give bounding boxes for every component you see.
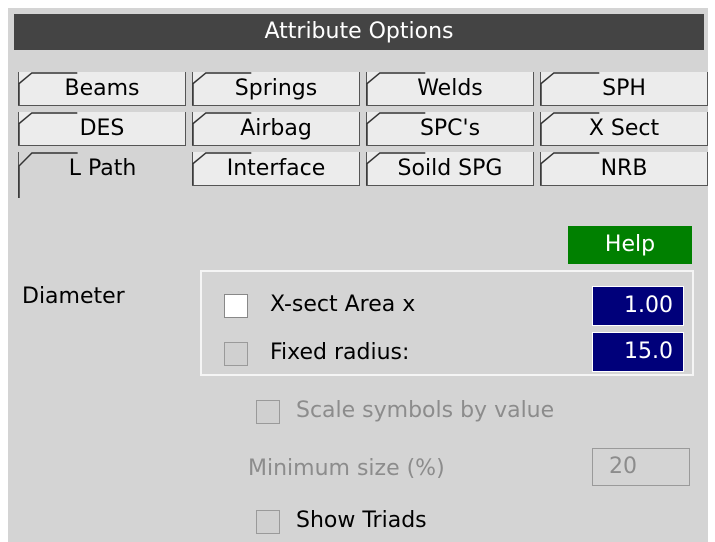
fixed-radius-checkbox[interactable] bbox=[224, 342, 248, 366]
tab-des[interactable]: DES bbox=[18, 112, 186, 146]
min-size-input[interactable]: 20 bbox=[592, 448, 690, 486]
xsect-area-value[interactable]: 1.00 bbox=[592, 286, 684, 326]
tab-label: Springs bbox=[234, 76, 318, 101]
min-size-label: Minimum size (%) bbox=[248, 456, 445, 481]
scale-symbols-checkbox[interactable] bbox=[256, 400, 280, 424]
tab-airbag[interactable]: Airbag bbox=[192, 112, 360, 146]
tab-soild-spg[interactable]: Soild SPG bbox=[366, 152, 534, 186]
tab-label: Soild SPG bbox=[397, 156, 503, 181]
tab-label: SPC's bbox=[419, 116, 481, 141]
attribute-options-panel: Attribute Options Beams Springs Welds SP… bbox=[8, 8, 708, 542]
tab-nrb[interactable]: NRB bbox=[540, 152, 708, 186]
tab-label: SPH bbox=[602, 76, 646, 101]
show-triads-checkbox[interactable] bbox=[256, 510, 280, 534]
fixed-radius-label: Fixed radius: bbox=[270, 340, 410, 365]
tab-label: Welds bbox=[417, 76, 483, 101]
tab-label: X Sect bbox=[588, 116, 660, 141]
tab-beams[interactable]: Beams bbox=[18, 72, 186, 106]
diameter-group: X-sect Area x 1.00 Fixed radius: 15.0 bbox=[200, 270, 694, 376]
tab-springs[interactable]: Springs bbox=[192, 72, 360, 106]
help-button[interactable]: Help bbox=[568, 226, 692, 264]
tab-label: L Path bbox=[68, 156, 137, 181]
window-title: Attribute Options bbox=[14, 14, 704, 50]
show-triads-label: Show Triads bbox=[296, 508, 427, 533]
fixed-radius-value[interactable]: 15.0 bbox=[592, 332, 684, 372]
diameter-label: Diameter bbox=[22, 284, 125, 309]
tab-label: DES bbox=[79, 116, 125, 141]
tab-label: NRB bbox=[600, 156, 648, 181]
tab-label: Airbag bbox=[240, 116, 312, 141]
tab-l-path[interactable]: L Path bbox=[18, 152, 186, 198]
tab-welds[interactable]: Welds bbox=[366, 72, 534, 106]
tab-interface[interactable]: Interface bbox=[192, 152, 360, 186]
tab-sph[interactable]: SPH bbox=[540, 72, 708, 106]
tab-label: Beams bbox=[64, 76, 140, 101]
scale-symbols-label: Scale symbols by value bbox=[296, 398, 555, 423]
tab-spcs[interactable]: SPC's bbox=[366, 112, 534, 146]
xsect-area-label: X-sect Area x bbox=[270, 292, 416, 317]
tab-x-sect[interactable]: X Sect bbox=[540, 112, 708, 146]
tab-label: Interface bbox=[226, 156, 326, 181]
xsect-area-checkbox[interactable] bbox=[224, 294, 248, 318]
